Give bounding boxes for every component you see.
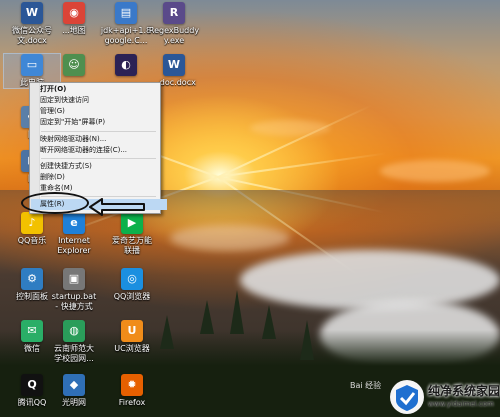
desktop-icon-label: 爱奇艺万能 — [112, 236, 152, 245]
qq-browser-icon: ◎ — [121, 268, 143, 290]
desktop-icon-label: QQ浏览器 — [113, 292, 151, 301]
desktop-icon[interactable]: ▣ startup.bat - 快捷方式 — [46, 268, 102, 312]
bat-file-icon: ▣ — [63, 268, 85, 290]
regexbuddy-icon: R — [163, 2, 185, 24]
menu-item-delete[interactable]: 删除(D) — [40, 172, 157, 183]
tree — [300, 320, 314, 360]
desktop-icon[interactable]: ▶ 爱奇艺万能 联播 — [104, 212, 160, 256]
internet-explorer-icon: e — [63, 212, 85, 234]
desktop-icon-label: 文.docx — [17, 36, 47, 45]
menu-item-pin-start[interactable]: 固定到"开始"屏幕(P) — [40, 117, 157, 128]
desktop-icon-label: 学校园网... — [54, 354, 94, 363]
cloud — [380, 160, 490, 182]
desktop-icon[interactable]: ☺ — [46, 54, 102, 78]
app-icon: ◆ — [63, 374, 85, 396]
desktop-icon[interactable]: e Internet Explorer — [46, 212, 102, 256]
site-watermark: 纯净系统家园 www.yidaimei.com — [390, 380, 500, 414]
desktop-icon[interactable]: ◆ 光明网 — [46, 374, 102, 408]
menu-item-open[interactable]: 打开(O) — [40, 84, 157, 95]
menu-separator — [41, 131, 156, 132]
wechat-icon: ✉ — [21, 320, 43, 342]
desktop-icon-label: Internet — [58, 236, 90, 245]
desktop-icon-label: y.exe — [163, 36, 185, 45]
tree — [230, 290, 244, 334]
menu-item-disconnect-network-drive[interactable]: 断开网络驱动器的连接(C)... — [40, 145, 157, 156]
desktop-icon-label: Explorer — [57, 246, 91, 255]
menu-separator — [41, 158, 156, 159]
tree — [160, 315, 174, 349]
desktop-icon[interactable]: ◎ QQ浏览器 — [104, 268, 160, 302]
campus-net-icon: ◍ — [63, 320, 85, 342]
watermark-title: 纯净系统家园 — [428, 384, 500, 398]
menu-item-create-shortcut[interactable]: 创建快捷方式(S) — [40, 161, 157, 172]
watermark-logo-icon — [390, 380, 424, 414]
desktop-icon-label: Firefox — [118, 398, 146, 407]
desktop-icon-label: RegexBuddy — [148, 26, 200, 35]
desktop-icon-label: 联播 — [124, 246, 140, 255]
fog-bank — [170, 225, 290, 251]
watermark-url: www.yidaimei.com — [428, 400, 494, 408]
desktop-icon-label: UC浏览器 — [114, 344, 150, 353]
user-folder-icon: ☺ — [63, 54, 85, 76]
desktop-icon[interactable]: R RegexBuddy y.exe — [146, 2, 202, 46]
firefox-icon: ✹ — [121, 374, 143, 396]
desktop-icon-label: - 快捷方式 — [55, 302, 93, 311]
desktop-icon[interactable]: ◍ 云南师范大 学校园网... — [46, 320, 102, 364]
pointer-arrow — [89, 198, 145, 216]
desktop-icon[interactable]: ✹ Firefox — [104, 374, 160, 408]
chrome-icon: ◉ — [63, 2, 85, 24]
eclipse-icon: ◐ — [115, 54, 137, 76]
qq-music-icon: ♪ — [21, 212, 43, 234]
word-icon: W — [21, 2, 43, 24]
qq-icon: Q — [21, 374, 43, 396]
tree — [200, 300, 214, 334]
desktop-icon[interactable]: U UC浏览器 — [104, 320, 160, 354]
computer-icon: ▭ — [21, 54, 43, 76]
fog-bank — [240, 250, 500, 310]
desktop-icon-label: startup.bat — [51, 292, 97, 301]
cloud — [250, 120, 330, 136]
word-icon: W — [163, 54, 185, 76]
desktop-icon[interactable]: ◉ ...地图 — [46, 2, 102, 36]
tree — [262, 305, 276, 339]
menu-item-map-network-drive[interactable]: 映射网络驱动器(N)... — [40, 134, 157, 145]
baidu-watermark: Bai 经验 — [350, 381, 382, 390]
control-panel-icon: ⚙ — [21, 268, 43, 290]
menu-item-manage[interactable]: 管理(G) — [40, 106, 157, 117]
uc-browser-icon: U — [121, 320, 143, 342]
menu-item-pin-quick-access[interactable]: 固定到快速访问 — [40, 95, 157, 106]
desktop-icon-label: 光明网 — [62, 398, 86, 407]
desktop-icon-label: 云南师范大 — [54, 344, 94, 353]
desktop-icon-label: ...地图 — [62, 26, 86, 35]
zip-archive-icon: ▤ — [115, 2, 137, 24]
highlight-ellipse — [21, 192, 89, 214]
